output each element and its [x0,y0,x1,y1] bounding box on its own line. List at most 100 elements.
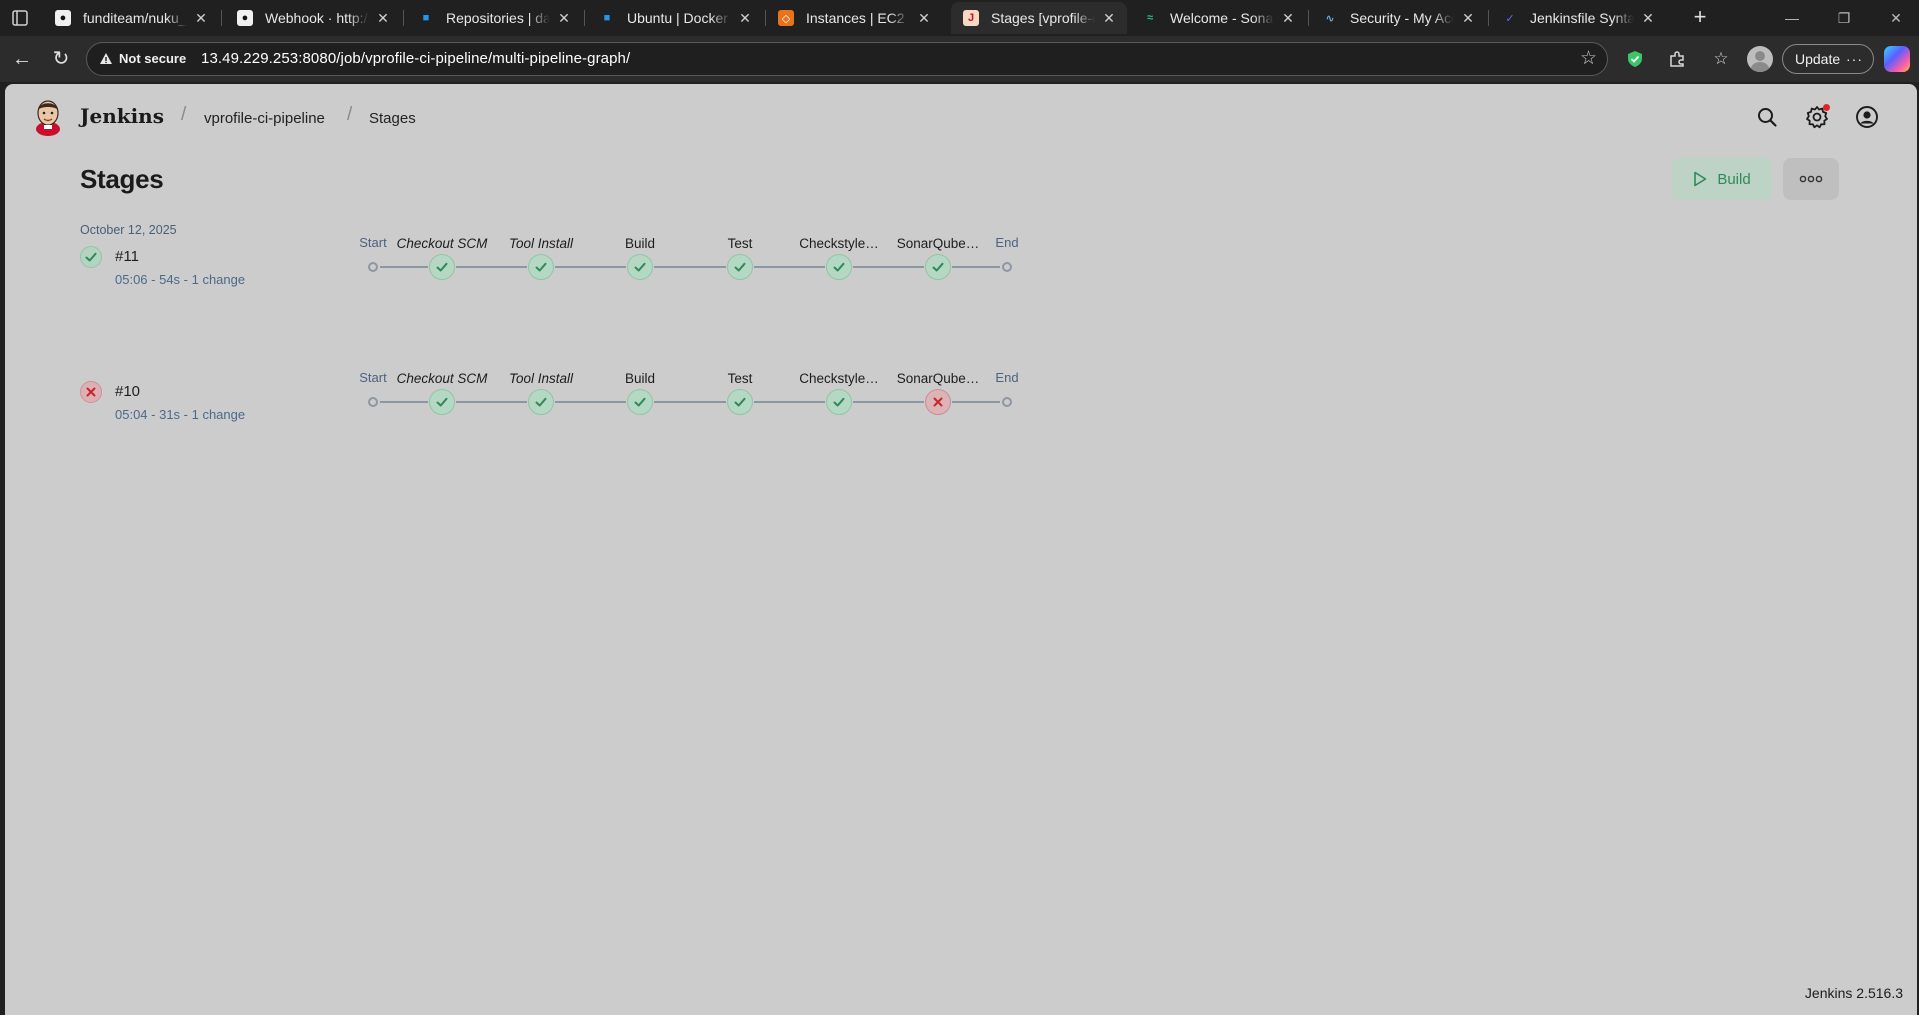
browser-tab[interactable]: ≈ Welcome - Sonatyp ✕ [1130,2,1306,34]
stage-node-success[interactable] [528,389,554,415]
close-tab-icon[interactable]: ✕ [916,10,932,27]
start-label: Start [359,370,387,385]
breadcrumb-current[interactable]: Stages [369,110,416,127]
tab-title: Stages [vprofile-ci-p [991,10,1095,26]
stage-label[interactable]: SonarQube… [897,236,980,251]
stage-label[interactable]: Test [728,236,753,251]
stage-label[interactable]: Build [625,371,655,386]
tab-title: Webhook · http://1 [265,10,369,26]
cross-icon [933,397,943,407]
extensions-puzzle-icon[interactable] [1664,46,1690,72]
breadcrumb-separator: / [181,104,187,125]
close-tab-icon[interactable]: ✕ [375,10,391,27]
build-button[interactable]: Build [1672,158,1772,200]
stage-node-success[interactable] [627,389,653,415]
stage-node-success[interactable] [925,254,951,280]
reload-icon[interactable]: ↻ [46,44,76,74]
stage-label[interactable]: SonarQube… [897,371,980,386]
checkmark-icon [932,262,944,272]
new-tab-button[interactable]: + [1686,4,1714,32]
manage-jenkins-gear-icon[interactable] [1802,102,1832,132]
close-window-icon[interactable]: ✕ [1876,4,1916,32]
jenkins-brand[interactable]: Jenkins [80,104,164,128]
restore-icon[interactable]: ❐ [1824,4,1864,32]
close-tab-icon[interactable]: ✕ [1460,10,1476,27]
tab-actions-icon[interactable] [10,8,30,28]
run-number-link[interactable]: #11 [115,248,139,265]
browser-tab[interactable]: ■ Ubuntu | Docker Do ✕ [587,2,763,34]
stage-label[interactable]: Build [625,236,655,251]
checkmark-icon [85,252,97,262]
checkmark-icon [535,262,547,272]
more-actions-button[interactable] [1783,158,1839,200]
minimize-icon[interactable]: — [1772,4,1812,32]
browser-profile-avatar[interactable] [1747,46,1773,72]
browser-tab[interactable]: ∿ Security - My Accou ✕ [1310,2,1486,34]
page-viewport: Jenkins / vprofile-ci-pipeline / Stages … [5,84,1917,1015]
breadcrumb-job-link[interactable]: vprofile-ci-pipeline [204,110,325,127]
jenkins-icon: J [963,10,979,26]
start-node [368,262,378,272]
jenkins-header: Jenkins / vprofile-ci-pipeline / Stages [5,84,1917,150]
browser-tab[interactable]: ■ Repositories | darkc ✕ [406,2,582,34]
url-text[interactable]: 13.49.229.253:8080/job/vprofile-ci-pipel… [201,50,630,67]
stage-node-success[interactable] [727,254,753,280]
browser-tab[interactable]: ◇ Instances | EC2 | eu ✕ [766,2,942,34]
stage-label[interactable]: Tool Install [509,371,573,386]
stage-label[interactable]: Tool Install [509,236,573,251]
not-secure-label[interactable]: Not secure [119,51,186,66]
stage-label[interactable]: Checkout SCM [397,371,488,386]
stage-label[interactable]: Checkout SCM [397,236,488,251]
back-arrow-icon[interactable]: ← [7,44,37,74]
jenkins-logo-icon[interactable] [33,98,63,136]
stage-node-failed[interactable] [925,389,951,415]
browser-tab[interactable]: ✓ Jenkinsfile Syntax E ✕ [1490,2,1666,34]
stage-node-success[interactable] [429,389,455,415]
close-tab-icon[interactable]: ✕ [1280,10,1296,27]
tab-title: Welcome - Sonatyp [1170,10,1274,26]
close-tab-icon[interactable]: ✕ [737,10,753,27]
start-node [368,397,378,407]
stage-node-success[interactable] [826,389,852,415]
browser-tab[interactable]: ● Webhook · http://1 ✕ [225,2,401,34]
jenkins-version[interactable]: Jenkins 2.516.3 [1805,985,1903,1001]
stage-connector [456,266,527,268]
stage-node-success[interactable] [528,254,554,280]
bookmark-star-icon[interactable]: ☆ [1580,47,1597,70]
more-menu-icon[interactable]: ··· [1846,45,1863,73]
favorites-icon[interactable]: ☆ [1708,46,1734,72]
browser-update-button[interactable]: Update ··· [1782,44,1874,74]
checkmark-icon [634,262,646,272]
checkmark-icon [734,397,746,407]
tab-title: Repositories | darkc [446,10,550,26]
close-tab-icon[interactable]: ✕ [1101,10,1117,27]
stage-node-success[interactable] [727,389,753,415]
copilot-icon[interactable] [1884,46,1910,72]
end-node [1002,262,1012,272]
sonarcloud-icon: ∿ [1325,12,1335,25]
close-tab-icon[interactable]: ✕ [193,10,209,27]
warning-icon[interactable] [99,52,113,66]
run-number-link[interactable]: #10 [115,383,140,400]
browser-tab[interactable]: J Stages [vprofile-ci-p ✕ [951,2,1127,34]
stage-node-success[interactable] [627,254,653,280]
stage-node-success[interactable] [826,254,852,280]
tab-separator [221,10,222,26]
stage-label[interactable]: Test [728,371,753,386]
checkmark-icon [535,397,547,407]
build-label: Build [1717,170,1751,188]
stage-label[interactable]: Checkstyle… [799,371,879,386]
stage-connector [853,266,924,268]
stage-connector [952,401,1000,403]
shield-extension-icon[interactable] [1622,46,1648,72]
stage-label[interactable]: Checkstyle… [799,236,879,251]
browser-tab[interactable]: ● funditeam/nuku_de ✕ [43,2,219,34]
run-status-failed-icon [80,381,102,403]
search-icon[interactable] [1752,102,1782,132]
stage-node-success[interactable] [429,254,455,280]
close-tab-icon[interactable]: ✕ [1640,10,1656,27]
close-tab-icon[interactable]: ✕ [556,10,572,27]
user-account-icon[interactable] [1852,102,1882,132]
address-bar[interactable]: Not secure 13.49.229.253:8080/job/vprofi… [86,42,1608,76]
stage-connector [380,266,428,268]
